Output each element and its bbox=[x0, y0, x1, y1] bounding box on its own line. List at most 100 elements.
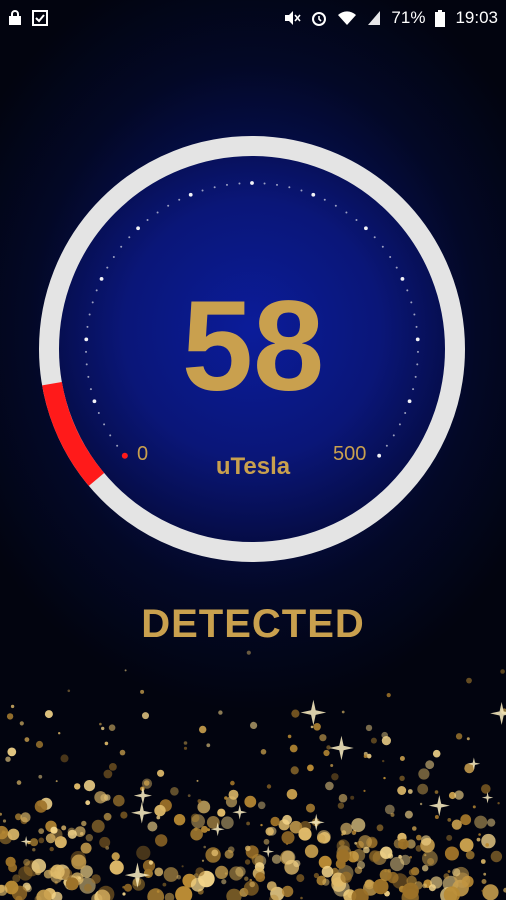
sparkle-dot bbox=[412, 826, 417, 831]
sparkle-dot bbox=[400, 854, 411, 866]
sparkle-dot bbox=[83, 780, 96, 792]
sparkle-dot bbox=[142, 712, 149, 720]
sparkle-dot bbox=[1, 830, 6, 834]
sparkle-dot bbox=[358, 835, 373, 849]
gauge-tick bbox=[156, 211, 159, 214]
sparkle-dot bbox=[323, 749, 330, 757]
sparkle-dot bbox=[124, 669, 127, 672]
sparkle-dot bbox=[34, 800, 48, 813]
sparkle-dot bbox=[24, 737, 30, 742]
sparkle-dot bbox=[163, 867, 179, 882]
gauge-tick bbox=[300, 189, 303, 192]
wifi-icon bbox=[337, 10, 357, 26]
gauge-tick bbox=[128, 236, 131, 239]
sparkle-dot bbox=[170, 787, 179, 796]
sparkle-dot bbox=[67, 689, 71, 693]
checklist-icon bbox=[32, 10, 48, 26]
sparkle-dot bbox=[154, 804, 166, 817]
sparkle-dot bbox=[481, 879, 487, 884]
gauge-tick bbox=[106, 266, 109, 269]
sparkle-dot bbox=[250, 721, 258, 729]
gauge-tick bbox=[120, 245, 123, 248]
sparkle-dot bbox=[383, 776, 386, 780]
sparkle-dot bbox=[246, 821, 251, 826]
sparkle-dot bbox=[472, 805, 476, 809]
mute-icon bbox=[283, 10, 302, 26]
sparkle-dot bbox=[255, 872, 266, 883]
sparkle-dot bbox=[16, 780, 22, 785]
sparkle-dot bbox=[322, 878, 330, 886]
sparkle-dot bbox=[417, 783, 429, 795]
gauge-tick bbox=[109, 434, 112, 437]
sparkle-dot bbox=[44, 710, 53, 719]
sparkle-dot bbox=[260, 749, 267, 755]
sparkle-dot bbox=[281, 885, 294, 898]
sparkle-dot bbox=[321, 865, 334, 878]
sparkle-dot bbox=[190, 827, 203, 841]
sparkle-dot bbox=[257, 801, 266, 810]
sparkle-dot bbox=[422, 883, 428, 889]
sparkle-dot bbox=[390, 812, 395, 817]
sparkle-star bbox=[428, 795, 450, 817]
sparkle-dot bbox=[381, 736, 391, 746]
sparkle-dot bbox=[432, 749, 441, 758]
sparkle-dot bbox=[18, 866, 33, 881]
sparkle-dot bbox=[416, 834, 422, 841]
sparkle-dot bbox=[447, 818, 452, 822]
gauge-tick bbox=[334, 204, 337, 207]
sparkle-dot bbox=[407, 789, 413, 794]
sparkle-dot bbox=[483, 872, 487, 876]
gauge-tick bbox=[288, 186, 291, 189]
gauge-tick bbox=[178, 198, 181, 201]
sparkle-dot bbox=[190, 877, 205, 892]
sparkle-dot bbox=[434, 815, 439, 819]
sparkle-dot bbox=[109, 763, 117, 771]
sparkle-dot bbox=[50, 864, 65, 879]
gauge-tick bbox=[97, 411, 100, 414]
scale-max-label: 500 bbox=[333, 443, 367, 465]
sparkle-dot bbox=[422, 850, 438, 867]
sparkle-dot bbox=[35, 740, 44, 749]
sparkle-dot bbox=[215, 865, 229, 879]
sparkle-dot bbox=[455, 733, 463, 740]
sparkle-dot bbox=[221, 879, 227, 885]
gauge-tick bbox=[311, 192, 316, 197]
sparkle-dot bbox=[399, 775, 405, 781]
sparkle-dot bbox=[23, 858, 30, 866]
sparkle-dot bbox=[156, 890, 160, 893]
sparkle-star bbox=[262, 845, 275, 858]
sparkle-dot bbox=[183, 746, 188, 750]
sparkle-dot bbox=[331, 773, 339, 781]
sparkle-dot bbox=[224, 849, 234, 859]
sparkle-dot bbox=[6, 713, 14, 720]
sparkle-dot bbox=[337, 802, 345, 809]
sparkle-dot bbox=[50, 826, 58, 834]
detection-status: DETECTED bbox=[141, 602, 365, 646]
gauge-tick bbox=[373, 236, 376, 239]
sparkle-dot bbox=[415, 845, 423, 852]
sparkle-dot bbox=[71, 854, 87, 870]
sparkle-dot bbox=[20, 812, 31, 823]
sparkle-dot bbox=[460, 814, 472, 826]
sparkle-dot bbox=[7, 747, 17, 757]
sparkle-dot bbox=[230, 780, 235, 786]
sparkle-dot bbox=[181, 865, 184, 868]
sparkle-dot bbox=[226, 888, 242, 900]
sparkle-dot bbox=[487, 818, 496, 827]
gauge-tick bbox=[364, 226, 368, 231]
sparkle-dot bbox=[147, 821, 158, 832]
sparkle-dot bbox=[310, 725, 314, 729]
sparkle-dot bbox=[289, 744, 298, 753]
sparkle-dot bbox=[271, 854, 282, 864]
sparkle-dot bbox=[211, 849, 219, 857]
sparkle-dot bbox=[422, 865, 429, 872]
sparkle-dot bbox=[260, 823, 263, 827]
sparkle-dot bbox=[78, 876, 81, 880]
sparkle-dot bbox=[80, 842, 92, 854]
gauge-tick bbox=[323, 198, 326, 201]
sparkle-dot bbox=[108, 724, 116, 731]
gauge-tick bbox=[112, 255, 115, 258]
sparkle-dot bbox=[351, 818, 366, 833]
sparkle-dot bbox=[99, 836, 111, 848]
sparkle-star bbox=[131, 802, 153, 824]
